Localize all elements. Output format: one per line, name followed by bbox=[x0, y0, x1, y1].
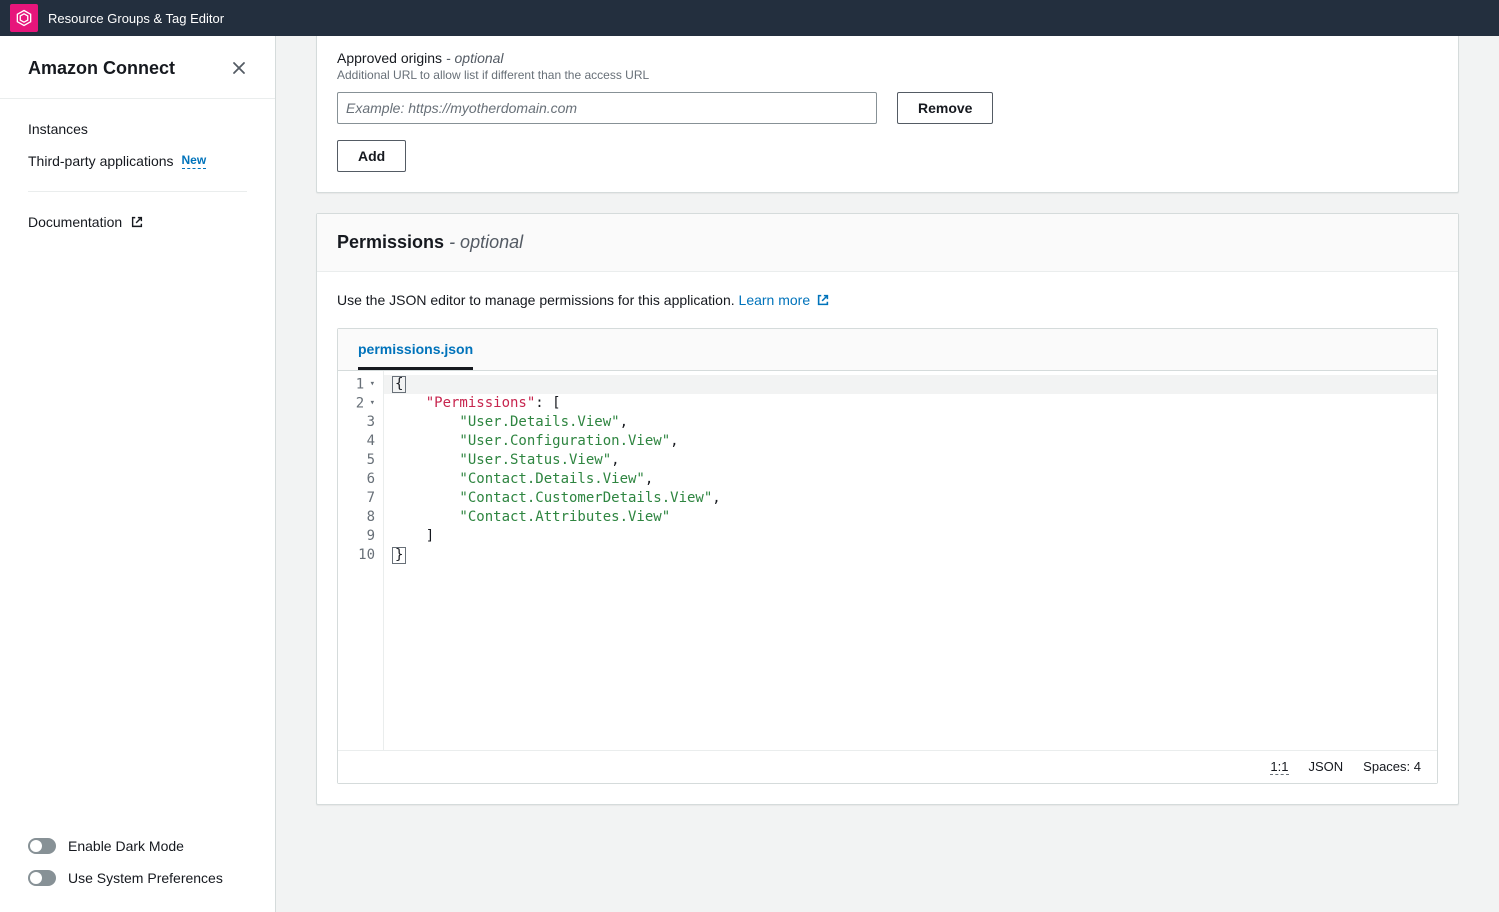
learn-more-link[interactable]: Learn more bbox=[739, 292, 830, 308]
approved-origin-input[interactable] bbox=[337, 92, 877, 124]
sidebar-title: Amazon Connect bbox=[28, 58, 175, 79]
learn-more-text: Learn more bbox=[739, 292, 811, 308]
remove-origin-button[interactable]: Remove bbox=[897, 92, 993, 124]
editor-indent: Spaces: 4 bbox=[1363, 759, 1421, 775]
top-bar: Resource Groups & Tag Editor bbox=[0, 0, 1499, 36]
approved-origins-label-text: Approved origins bbox=[337, 50, 442, 66]
external-link-icon bbox=[816, 293, 830, 307]
code-line-10: } bbox=[392, 547, 406, 564]
nav-documentation[interactable]: Documentation bbox=[0, 206, 275, 238]
nav-documentation-label: Documentation bbox=[28, 214, 122, 230]
system-prefs-label: Use System Preferences bbox=[68, 870, 223, 886]
code-line-3: "User.Details.View" bbox=[392, 414, 620, 430]
sidebar-header: Amazon Connect bbox=[0, 36, 275, 99]
permissions-description: Use the JSON editor to manage permission… bbox=[337, 292, 1438, 308]
system-prefs-toggle[interactable] bbox=[28, 870, 56, 886]
cursor-position: 1:1 bbox=[1270, 759, 1288, 775]
editor-tab-permissions[interactable]: permissions.json bbox=[358, 329, 473, 370]
code-line-1: { bbox=[392, 376, 406, 393]
code-line-4: "User.Configuration.View" bbox=[392, 433, 670, 449]
sidebar-divider bbox=[28, 191, 247, 192]
editor-gutter: 1 2 3 4 5 6 7 8 9 10 bbox=[338, 371, 384, 750]
permissions-panel: Permissions - optional Use the JSON edit… bbox=[316, 213, 1459, 805]
dark-mode-toggle[interactable] bbox=[28, 838, 56, 854]
new-badge: New bbox=[182, 153, 207, 169]
sidebar-close-button[interactable] bbox=[227, 56, 251, 80]
approved-origins-panel: Approved origins - optional Additional U… bbox=[316, 36, 1459, 193]
service-icon bbox=[10, 4, 38, 32]
approved-origins-input-row: Remove bbox=[337, 92, 1438, 124]
main-content: Approved origins - optional Additional U… bbox=[276, 36, 1499, 912]
close-icon bbox=[231, 60, 247, 76]
approved-origins-optional: - optional bbox=[446, 50, 504, 66]
editor-tabs: permissions.json bbox=[338, 329, 1437, 371]
sidebar-nav: Instances Third-party applications New D… bbox=[0, 99, 275, 238]
sidebar-footer: Enable Dark Mode Use System Preferences bbox=[0, 820, 275, 912]
code-line-8: "Contact.Attributes.View" bbox=[392, 509, 670, 525]
dark-mode-row: Enable Dark Mode bbox=[28, 830, 247, 862]
nav-instances-label: Instances bbox=[28, 121, 88, 137]
nav-third-party-apps[interactable]: Third-party applications New bbox=[0, 145, 275, 177]
code-line-6: "Contact.Details.View" bbox=[392, 471, 645, 487]
permissions-description-text: Use the JSON editor to manage permission… bbox=[337, 292, 739, 308]
editor-code[interactable]: { "Permissions": [ "User.Details.View", … bbox=[384, 371, 1437, 750]
code-key: "Permissions" bbox=[426, 395, 536, 411]
add-origin-button[interactable]: Add bbox=[337, 140, 406, 172]
approved-origins-description: Additional URL to allow list if differen… bbox=[337, 68, 1438, 82]
code-line-5: "User.Status.View" bbox=[392, 452, 611, 468]
editor-status-bar: 1:1 JSON Spaces: 4 bbox=[338, 751, 1437, 783]
system-prefs-row: Use System Preferences bbox=[28, 862, 247, 894]
json-editor: permissions.json 1 2 3 4 5 6 7 8 9 bbox=[337, 328, 1438, 784]
nav-instances[interactable]: Instances bbox=[0, 113, 275, 145]
editor-language: JSON bbox=[1309, 759, 1344, 775]
permissions-optional: - optional bbox=[444, 232, 523, 252]
sidebar: Amazon Connect Instances Third-party app… bbox=[0, 36, 276, 912]
approved-origins-label: Approved origins - optional bbox=[337, 50, 1438, 66]
code-line-9: ] bbox=[392, 528, 434, 544]
code-line-2a bbox=[392, 395, 426, 411]
permissions-title: Permissions bbox=[337, 232, 444, 252]
permissions-header: Permissions - optional bbox=[317, 214, 1458, 272]
external-link-icon bbox=[130, 215, 144, 229]
editor-area[interactable]: 1 2 3 4 5 6 7 8 9 10 { "Permissions": [ bbox=[338, 371, 1437, 751]
code-line-2b: : [ bbox=[535, 395, 560, 411]
code-line-7: "Contact.CustomerDetails.View" bbox=[392, 490, 712, 506]
dark-mode-label: Enable Dark Mode bbox=[68, 838, 184, 854]
nav-third-party-label: Third-party applications bbox=[28, 153, 174, 169]
top-bar-title: Resource Groups & Tag Editor bbox=[48, 11, 224, 26]
